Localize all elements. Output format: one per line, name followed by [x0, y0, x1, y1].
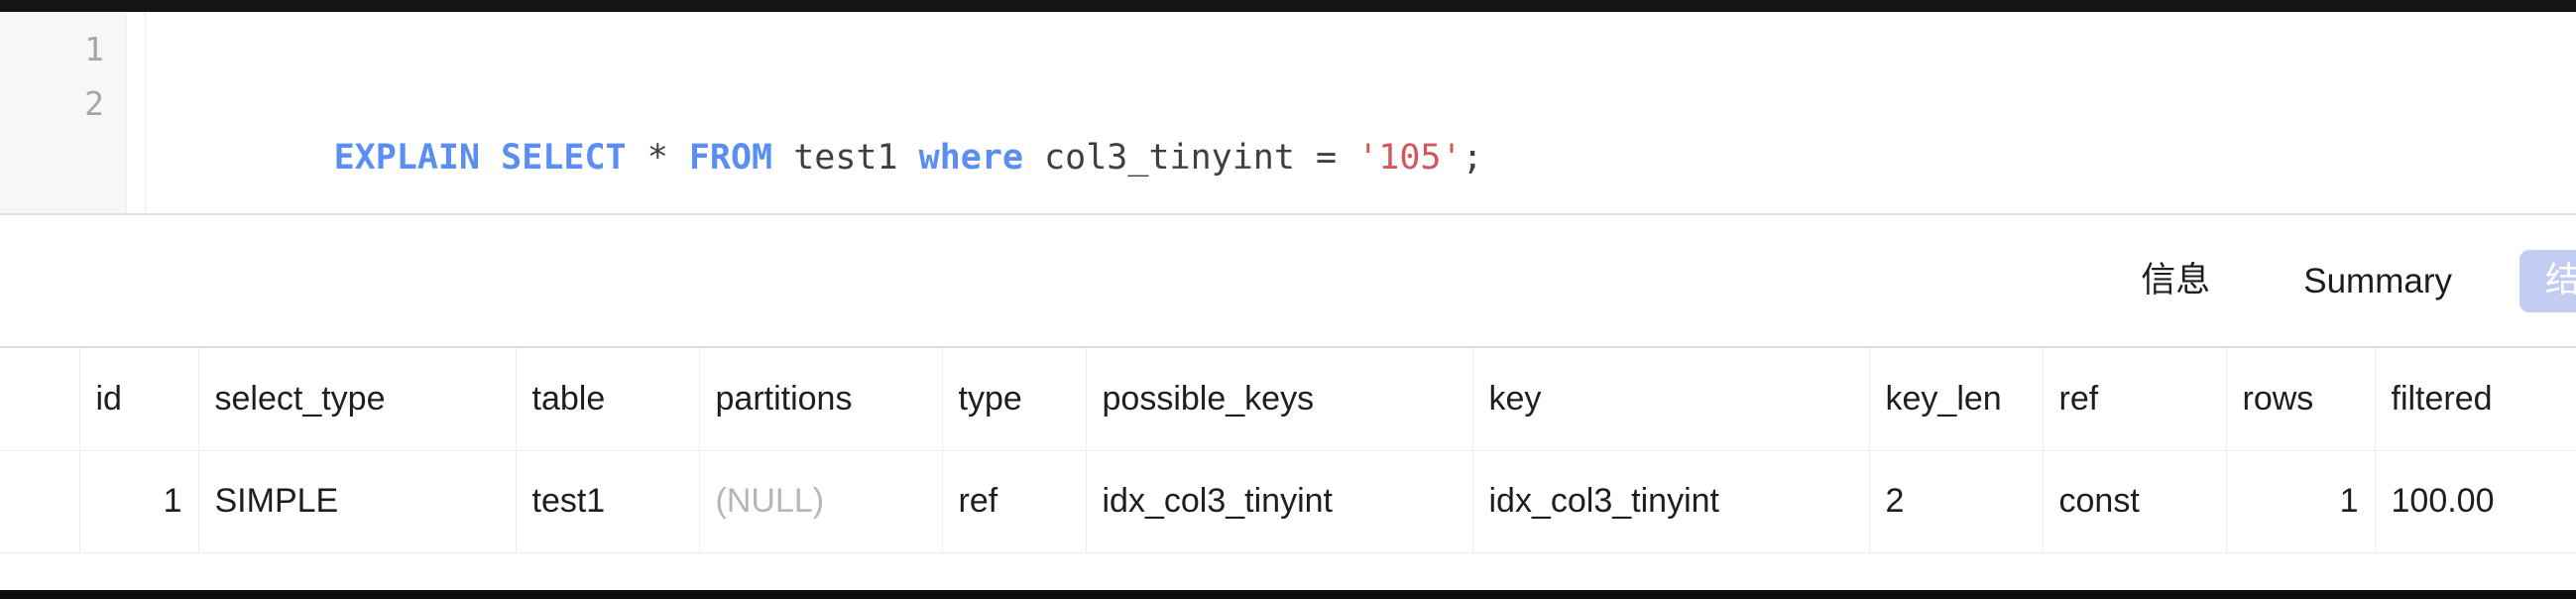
- cell-filtered[interactable]: 100.00: [2375, 450, 2576, 553]
- cell-type[interactable]: ref: [942, 450, 1087, 553]
- column-header-id[interactable]: id: [79, 348, 199, 451]
- sql-token-plain: [1337, 138, 1357, 178]
- sql-token-plain: test1: [793, 138, 898, 178]
- window-top-edge: [0, 0, 2576, 12]
- column-header-ref[interactable]: ref: [2043, 348, 2227, 451]
- cell-key-len[interactable]: 2: [1869, 450, 2044, 553]
- line-number-1: 1: [84, 30, 104, 68]
- sql-token-plain: [772, 138, 793, 178]
- column-header-select-type[interactable]: select_type: [198, 348, 517, 451]
- result-table: id select_type table partitions type pos…: [0, 348, 2576, 553]
- table-row[interactable]: 1 SIMPLE test1 (NULL) ref idx_col3_tinyi…: [0, 450, 2576, 553]
- sql-token-punctuation: ;: [1462, 138, 1483, 178]
- sql-token-plain: col3_tinyint: [1044, 138, 1295, 178]
- cell-possible-keys[interactable]: idx_col3_tinyint: [1086, 450, 1473, 553]
- explain-result-grid[interactable]: id select_type table partitions type pos…: [0, 348, 2576, 599]
- cell-partitions[interactable]: (NULL): [699, 450, 943, 553]
- code-line-2[interactable]: EXPLAIN SELECT * FROM test1 where col3_t…: [127, 76, 2576, 178]
- cell-select-type[interactable]: SIMPLE: [198, 450, 517, 553]
- column-header-key[interactable]: key: [1472, 348, 1870, 451]
- column-header-partitions[interactable]: partitions: [699, 348, 943, 451]
- sql-token-plain: [1023, 138, 1044, 178]
- sql-tokens: EXPLAIN SELECT * FROM test1 where col3_t…: [334, 138, 1483, 178]
- cell-key[interactable]: idx_col3_tinyint: [1472, 450, 1870, 553]
- sql-editor-pane[interactable]: 1 2 EXPLAIN SELECT * FROM test1 where co…: [0, 12, 2576, 215]
- column-header-key-len[interactable]: key_len: [1869, 348, 2044, 451]
- result-table-body: 1 SIMPLE test1 (NULL) ref idx_col3_tinyi…: [0, 450, 2576, 553]
- tab-summary[interactable]: Summary: [2278, 250, 2478, 312]
- cell-rows[interactable]: 1: [2226, 450, 2376, 553]
- column-header-rows[interactable]: rows: [2226, 348, 2376, 451]
- tab-info[interactable]: 信息: [2115, 250, 2236, 312]
- column-header-table[interactable]: table: [516, 348, 700, 451]
- sql-token-string: '105': [1357, 138, 1463, 178]
- table-header-row: id select_type table partitions type pos…: [0, 348, 2576, 451]
- sql-token-keyword: EXPLAIN: [333, 138, 481, 178]
- window-bottom-edge: [0, 590, 2576, 599]
- editor-code-area[interactable]: EXPLAIN SELECT * FROM test1 where col3_t…: [127, 12, 2576, 213]
- line-number-2: 2: [84, 84, 104, 123]
- cell-id[interactable]: 1: [79, 450, 199, 553]
- code-line-1[interactable]: [127, 22, 2576, 76]
- sql-token-operator: *: [646, 138, 668, 178]
- sql-token-keyword: FROM: [688, 138, 773, 178]
- cell-ref[interactable]: const: [2043, 450, 2227, 553]
- sql-token-plain: [668, 138, 689, 178]
- sql-editor-window: 1 2 EXPLAIN SELECT * FROM test1 where co…: [0, 0, 2576, 599]
- sql-token-plain: [627, 138, 647, 178]
- sql-token-keyword: SELECT: [501, 138, 627, 178]
- column-header-type[interactable]: type: [942, 348, 1087, 451]
- sql-token-plain: [480, 138, 501, 178]
- sql-token-plain: [1295, 138, 1316, 178]
- column-header-possible-keys[interactable]: possible_keys: [1086, 348, 1473, 451]
- row-selector-cell[interactable]: [0, 450, 80, 553]
- editor-line-number-gutter: 1 2: [0, 12, 127, 213]
- sql-token-keyword: where: [918, 138, 1024, 178]
- tab-result[interactable]: 结: [2518, 249, 2576, 312]
- sql-token-operator: =: [1316, 138, 1338, 178]
- sql-token-plain: [898, 138, 919, 178]
- cell-table[interactable]: test1: [516, 450, 700, 553]
- result-tab-bar[interactable]: 信息 Summary 结: [0, 215, 2576, 348]
- row-selector-header[interactable]: [0, 348, 80, 451]
- column-header-filtered[interactable]: filtered: [2375, 348, 2576, 451]
- indent-guide: [145, 12, 147, 213]
- result-table-head: id select_type table partitions type pos…: [0, 348, 2576, 451]
